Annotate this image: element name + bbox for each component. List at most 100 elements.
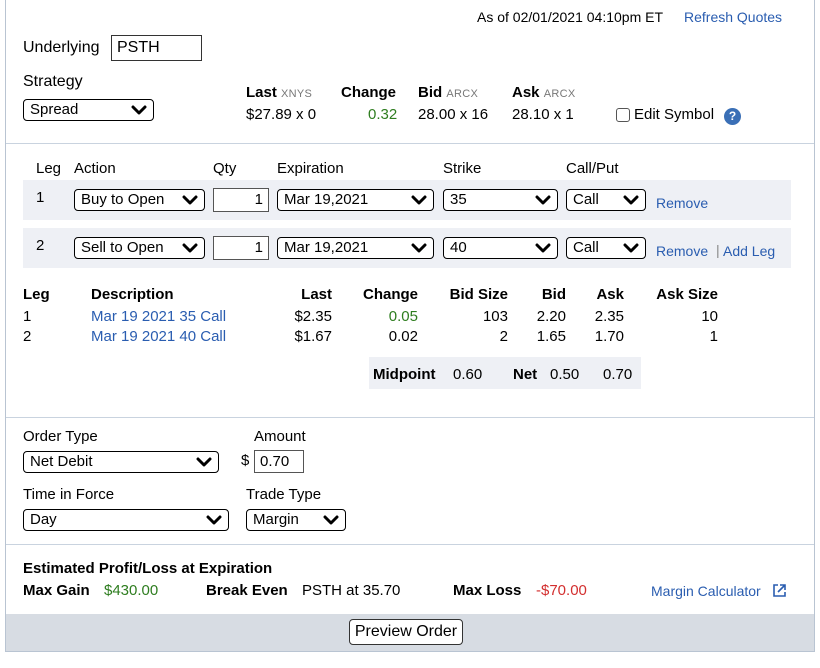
last-exchange: XNYS — [281, 88, 313, 100]
remove-leg-link[interactable]: Remove — [656, 243, 708, 259]
table-header-ask-size: Ask Size — [656, 286, 718, 303]
preview-order-button[interactable]: Preview Order — [349, 619, 463, 645]
leg-strike-value: 35 — [450, 191, 467, 208]
trade-type-label: Trade Type — [246, 486, 322, 503]
leg-action-value: Buy to Open — [81, 191, 165, 208]
margin-calculator-link[interactable]: Margin Calculator — [651, 583, 761, 599]
currency-symbol: $ — [241, 452, 250, 469]
leg-expiration-value: Mar 19,2021 — [284, 191, 369, 208]
chevron-down-icon — [623, 243, 639, 253]
chevron-down-icon — [131, 105, 147, 115]
order-type-value: Net Debit — [30, 453, 93, 470]
ask-exchange: ARCX — [543, 88, 576, 100]
strategy-select[interactable]: Spread — [23, 99, 154, 121]
table-header-change: Change — [362, 286, 418, 303]
chevron-down-icon — [206, 515, 222, 525]
underlying-input[interactable]: PSTH — [111, 35, 202, 61]
option-description-link[interactable]: Mar 19 2021 35 Call — [91, 308, 226, 325]
break-even-value: PSTH at 35.70 — [302, 582, 401, 599]
time-in-force-select[interactable]: Day — [23, 509, 229, 531]
leg-action-value: Sell to Open — [81, 239, 164, 256]
table-header-leg: Leg — [23, 286, 50, 303]
amount-input[interactable]: 0.70 — [254, 450, 304, 473]
remove-leg-link[interactable]: Remove — [656, 195, 708, 211]
chevron-down-icon — [182, 195, 198, 205]
add-leg-link[interactable]: Add Leg — [723, 243, 775, 259]
edit-symbol-checkbox[interactable] — [616, 108, 630, 122]
chevron-down-icon — [535, 243, 551, 253]
help-icon[interactable]: ? — [724, 108, 741, 125]
ask-header: Ask ARCX — [512, 84, 576, 101]
link-separator: | — [716, 242, 720, 258]
row-bid: 1.65 — [536, 328, 566, 345]
trade-ticket: As of 02/01/2021 04:10pm ET Refresh Quot… — [5, 0, 815, 652]
midpoint-value: 0.60 — [453, 366, 483, 383]
net-ask-value: 0.70 — [603, 366, 633, 383]
break-even-label: Break Even — [206, 582, 288, 599]
chevron-down-icon — [196, 457, 212, 467]
ask-value: 28.10 x 1 — [512, 106, 574, 123]
row-ask-size: 10 — [701, 308, 718, 325]
leg-number: 2 — [36, 237, 45, 254]
trade-type-select[interactable]: Margin — [246, 509, 346, 531]
row-leg: 2 — [23, 328, 32, 345]
refresh-quotes-link[interactable]: Refresh Quotes — [684, 9, 782, 25]
leg-callput-select[interactable]: Call — [566, 189, 646, 211]
max-loss-value: -$70.00 — [536, 582, 587, 599]
legs-header-leg: Leg — [36, 160, 62, 177]
row-ask: 2.35 — [594, 308, 624, 325]
last-value: $27.89 x 0 — [246, 106, 317, 123]
leg-action-select[interactable]: Buy to Open — [74, 189, 205, 211]
divider — [6, 417, 814, 418]
leg-row: 2 Sell to Open 1 Mar 19,2021 40 Call Rem… — [23, 228, 791, 268]
max-gain-value: $430.00 — [104, 582, 159, 599]
midpoint-label: Midpoint — [373, 366, 436, 383]
bid-exchange: ARCX — [446, 88, 479, 100]
time-in-force-value: Day — [30, 511, 57, 528]
row-change: 0.02 — [388, 328, 418, 345]
leg-callput-select[interactable]: Call — [566, 237, 646, 259]
legs-header-strike: Strike — [443, 160, 482, 177]
leg-strike-select[interactable]: 35 — [443, 189, 558, 211]
net-label: Net — [513, 366, 538, 383]
leg-callput-value: Call — [573, 239, 599, 256]
external-link-icon[interactable] — [772, 583, 787, 598]
legs-header-qty: Qty — [213, 160, 237, 177]
row-last: $2.35 — [294, 308, 332, 325]
row-leg: 1 — [23, 308, 32, 325]
leg-strike-value: 40 — [450, 239, 467, 256]
legs-header-expiration: Expiration — [277, 160, 344, 177]
order-type-label: Order Type — [23, 428, 98, 445]
amount-label: Amount — [254, 428, 306, 445]
order-type-select[interactable]: Net Debit — [23, 451, 219, 473]
option-description-link[interactable]: Mar 19 2021 40 Call — [91, 328, 226, 345]
leg-callput-value: Call — [573, 191, 599, 208]
row-change: 0.05 — [388, 308, 418, 325]
strategy-value: Spread — [30, 101, 79, 118]
max-gain-label: Max Gain — [23, 582, 90, 599]
table-header-description: Description — [91, 286, 174, 303]
underlying-label: Underlying — [23, 39, 100, 56]
leg-expiration-select[interactable]: Mar 19,2021 — [277, 237, 434, 259]
chevron-down-icon — [323, 515, 339, 525]
change-value: 0.32 — [368, 106, 398, 123]
strategy-label: Strategy — [23, 73, 83, 90]
leg-qty-input[interactable]: 1 — [213, 236, 269, 260]
table-header-ask: Ask — [596, 286, 624, 303]
change-header: Change — [341, 84, 397, 101]
net-pricing-summary: Midpoint 0.60 Net 0.50 0.70 — [369, 357, 641, 389]
quote-timestamp: As of 02/01/2021 04:10pm ET — [477, 9, 664, 25]
table-header-bid-size: Bid Size — [449, 286, 508, 303]
leg-qty-input[interactable]: 1 — [213, 188, 269, 212]
leg-strike-select[interactable]: 40 — [443, 237, 558, 259]
leg-action-select[interactable]: Sell to Open — [74, 237, 205, 259]
row-bid-size: 2 — [499, 328, 508, 345]
leg-expiration-select[interactable]: Mar 19,2021 — [277, 189, 434, 211]
time-in-force-label: Time in Force — [23, 486, 115, 503]
edit-symbol-label[interactable]: Edit Symbol — [634, 106, 714, 123]
trade-type-value: Margin — [253, 511, 299, 528]
max-loss-label: Max Loss — [453, 582, 522, 599]
estimate-title: Estimated Profit/Loss at Expiration — [23, 560, 273, 577]
row-ask-size: 1 — [709, 328, 718, 345]
footer-bar: Preview Order — [6, 614, 814, 651]
